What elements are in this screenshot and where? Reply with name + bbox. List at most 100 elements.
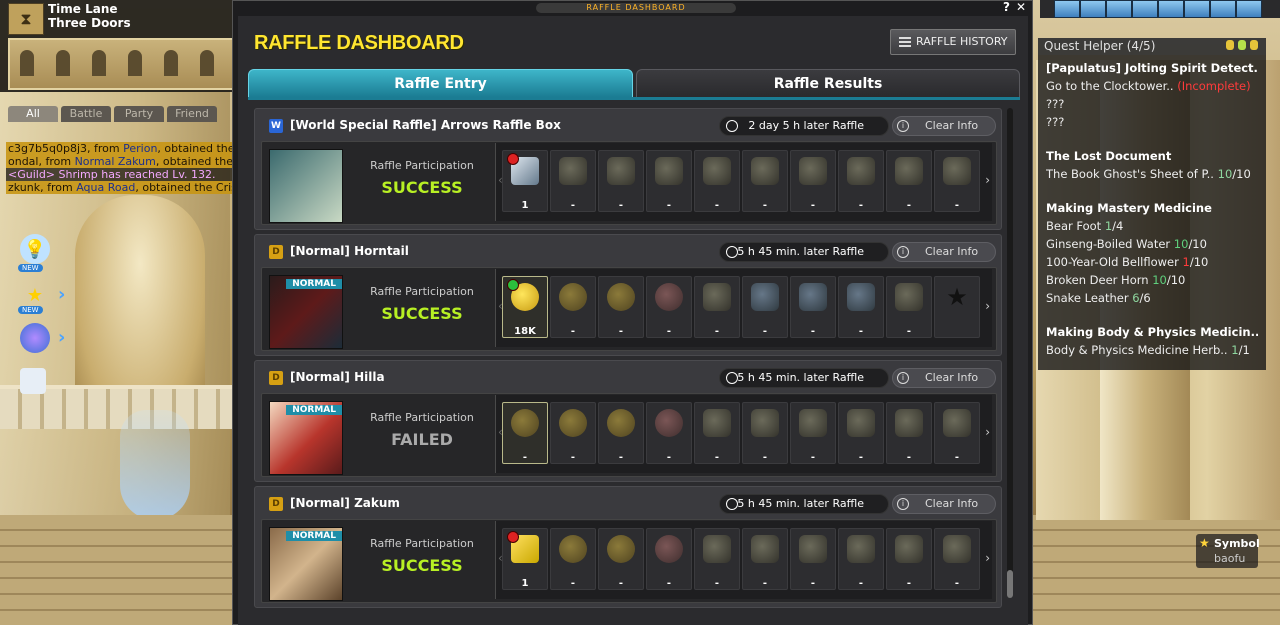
- reward-slot[interactable]: -: [886, 402, 932, 464]
- quick-slot[interactable]: [1184, 0, 1210, 18]
- quick-slot[interactable]: [1132, 0, 1158, 18]
- reward-slot[interactable]: -: [838, 276, 884, 338]
- reward-slot[interactable]: -: [886, 528, 932, 590]
- info-icon: i: [897, 246, 909, 258]
- qh-shrink-button[interactable]: [1226, 40, 1234, 50]
- reward-slot[interactable]: -: [646, 528, 692, 590]
- reward-slot[interactable]: 1: [502, 528, 548, 590]
- reward-slot[interactable]: -: [790, 528, 836, 590]
- reward-slot[interactable]: -: [550, 150, 596, 212]
- gear-item-icon: [607, 157, 635, 185]
- reward-slot[interactable]: -: [886, 276, 932, 338]
- reward-slot[interactable]: -: [934, 150, 980, 212]
- chat-tab-friend[interactable]: Friend: [167, 106, 217, 122]
- map-hourglass-icon: ⧗: [8, 3, 44, 35]
- clear-info-button[interactable]: i Clear Info: [892, 242, 996, 262]
- reward-quantity: -: [858, 452, 864, 463]
- gear-item-icon: [703, 535, 731, 563]
- reward-slot[interactable]: ★: [934, 276, 980, 338]
- boss-portrait: NORMAL: [269, 401, 343, 475]
- chevron-right-icon[interactable]: ›: [58, 284, 65, 305]
- scrollbar-thumb[interactable]: [1007, 570, 1013, 598]
- reward-slot[interactable]: -: [550, 402, 596, 464]
- chevron-right-icon[interactable]: ›: [985, 173, 990, 187]
- reward-slot[interactable]: -: [694, 528, 740, 590]
- reward-quantity: -: [570, 200, 576, 211]
- quick-slot[interactable]: [1054, 0, 1080, 18]
- chat-tab-party[interactable]: Party: [114, 106, 164, 122]
- tab-raffle-results[interactable]: Raffle Results: [636, 69, 1020, 98]
- minimap[interactable]: [8, 38, 234, 90]
- quest-name[interactable]: [Papulatus] Jolting Spirit Detect..: [1046, 59, 1258, 77]
- reward-slot[interactable]: -: [694, 276, 740, 338]
- reward-slot[interactable]: -: [598, 150, 644, 212]
- quest-name[interactable]: Making Body & Physics Medicin..: [1046, 323, 1258, 341]
- chevron-right-icon[interactable]: ›: [985, 551, 990, 565]
- reward-slot[interactable]: -: [934, 528, 980, 590]
- reward-slot[interactable]: -: [742, 402, 788, 464]
- reward-slot[interactable]: -: [790, 276, 836, 338]
- clock-icon: [726, 372, 738, 384]
- reward-slot[interactable]: -: [742, 528, 788, 590]
- reward-slot[interactable]: -: [934, 402, 980, 464]
- quick-slot[interactable]: [1080, 0, 1106, 18]
- reward-slot[interactable]: -: [598, 402, 644, 464]
- lightbulb-icon[interactable]: 💡: [20, 234, 50, 264]
- qh-expand-button[interactable]: [1238, 40, 1246, 50]
- scrollbar-track[interactable]: [1007, 108, 1013, 598]
- chevron-right-icon[interactable]: ›: [985, 299, 990, 313]
- close-button[interactable]: ✕: [1016, 0, 1026, 14]
- reward-slot[interactable]: -: [598, 276, 644, 338]
- shirt-icon[interactable]: [20, 368, 46, 394]
- chevron-right-icon[interactable]: ›: [985, 425, 990, 439]
- quick-slot[interactable]: [1236, 0, 1262, 18]
- window-titlebar[interactable]: RAFFLE DASHBOARD: [536, 3, 736, 13]
- reward-slot[interactable]: 18K: [502, 276, 548, 338]
- reward-slot[interactable]: -: [646, 402, 692, 464]
- reward-slot[interactable]: -: [742, 150, 788, 212]
- quest-name[interactable]: The Lost Document: [1046, 147, 1258, 165]
- star-item-icon: ★: [946, 283, 968, 311]
- clear-info-label: Clear Info: [925, 119, 979, 132]
- quick-slot[interactable]: [1106, 0, 1132, 18]
- raffle-timer: 5 h 45 min. later Raffle: [719, 242, 889, 262]
- reward-slot[interactable]: -: [790, 150, 836, 212]
- reward-slot[interactable]: -: [550, 276, 596, 338]
- clear-info-button[interactable]: i Clear Info: [892, 494, 996, 514]
- gear-item-icon: [751, 535, 779, 563]
- reward-quantity: 1: [521, 578, 529, 589]
- raffle-body: NORMAL Raffle Participation SUCCESS ‹ › …: [261, 267, 997, 351]
- event-orb-icon[interactable]: [20, 323, 50, 353]
- quick-slot[interactable]: [1210, 0, 1236, 18]
- reward-slot[interactable]: -: [790, 402, 836, 464]
- reward-slot[interactable]: -: [694, 150, 740, 212]
- quest-name[interactable]: Making Mastery Medicine: [1046, 199, 1258, 217]
- reward-slot[interactable]: -: [886, 150, 932, 212]
- reward-slot[interactable]: -: [838, 528, 884, 590]
- symbol-widget[interactable]: ★ Symbol baofu: [1196, 534, 1260, 568]
- reward-slot[interactable]: 1: [502, 150, 548, 212]
- help-button[interactable]: ?: [1003, 0, 1010, 14]
- clear-info-button[interactable]: i Clear Info: [892, 116, 996, 136]
- chat-tab-battle[interactable]: Battle: [61, 106, 111, 122]
- clear-info-button[interactable]: i Clear Info: [892, 368, 996, 388]
- tab-raffle-entry[interactable]: Raffle Entry: [248, 69, 633, 98]
- reward-slot[interactable]: -: [838, 150, 884, 212]
- quick-slot[interactable]: [1158, 0, 1184, 18]
- raffle-history-button[interactable]: RAFFLE HISTORY: [890, 29, 1016, 55]
- reward-quantity: -: [810, 200, 816, 211]
- minimap-panel: ⧗ Time Lane Three Doors: [0, 0, 234, 92]
- reward-slot[interactable]: -: [550, 528, 596, 590]
- reward-slot[interactable]: -: [646, 276, 692, 338]
- reward-slot[interactable]: -: [694, 402, 740, 464]
- reward-slot[interactable]: -: [646, 150, 692, 212]
- chat-tab-all[interactable]: All: [8, 106, 58, 122]
- reward-slot[interactable]: -: [598, 528, 644, 590]
- reward-quantity: -: [810, 578, 816, 589]
- chevron-right-icon[interactable]: ›: [58, 327, 65, 348]
- gear-item-icon: [847, 535, 875, 563]
- reward-slot[interactable]: -: [742, 276, 788, 338]
- reward-slot[interactable]: -: [838, 402, 884, 464]
- reward-slot[interactable]: -: [502, 402, 548, 464]
- qh-close-button[interactable]: [1250, 40, 1258, 50]
